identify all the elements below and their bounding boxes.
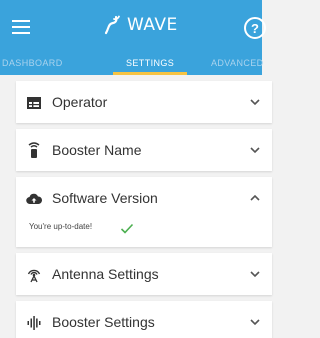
chevron-down-icon[interactable] <box>248 144 262 156</box>
app-bar: WAVE ? DASHBOARD SETTINGS ADVANCED <box>0 0 266 75</box>
software-version-header[interactable]: Software Version <box>16 177 272 219</box>
software-version-section: Software Version You're up-to-date! <box>16 177 272 247</box>
sim-card-icon <box>27 97 41 109</box>
signal-bars-icon <box>27 316 41 330</box>
chevron-up-icon[interactable] <box>248 192 262 204</box>
booster-name-section: Booster Name <box>16 129 272 171</box>
booster-name-title: Booster Name <box>52 142 142 158</box>
chevron-down-icon[interactable] <box>248 316 262 328</box>
operator-section: Operator <box>16 81 272 123</box>
antenna-settings-header[interactable]: Antenna Settings <box>16 253 272 295</box>
checkmark-icon <box>120 223 134 234</box>
wave-logo-icon <box>104 15 120 35</box>
tab-dashboard[interactable]: DASHBOARD <box>2 58 63 68</box>
hamburger-menu-icon[interactable] <box>12 20 30 34</box>
chevron-down-icon[interactable] <box>248 96 262 108</box>
update-status-text: You're up-to-date! <box>29 222 93 231</box>
cloud-upload-icon <box>26 193 42 205</box>
tab-bar: DASHBOARD SETTINGS ADVANCED <box>0 52 264 75</box>
tab-settings[interactable]: SETTINGS <box>126 58 174 68</box>
software-version-title: Software Version <box>52 190 158 206</box>
tab-advanced[interactable]: ADVANCED <box>211 58 264 68</box>
antenna-settings-section: Antenna Settings <box>16 253 272 295</box>
booster-settings-header[interactable]: Booster Settings <box>16 301 272 338</box>
booster-device-icon <box>28 142 40 158</box>
chevron-down-icon[interactable] <box>248 268 262 280</box>
operator-title: Operator <box>52 94 108 110</box>
booster-settings-section: Booster Settings <box>16 301 272 338</box>
app-title: WAVE <box>127 15 178 35</box>
help-circle-icon[interactable]: ? <box>244 17 266 39</box>
booster-settings-title: Booster Settings <box>52 314 155 330</box>
active-tab-indicator <box>113 72 187 75</box>
antenna-icon <box>27 269 41 283</box>
antenna-settings-title: Antenna Settings <box>52 266 159 282</box>
app-logo: WAVE <box>103 12 178 38</box>
booster-name-header[interactable]: Booster Name <box>16 129 272 171</box>
operator-header[interactable]: Operator <box>16 81 272 123</box>
